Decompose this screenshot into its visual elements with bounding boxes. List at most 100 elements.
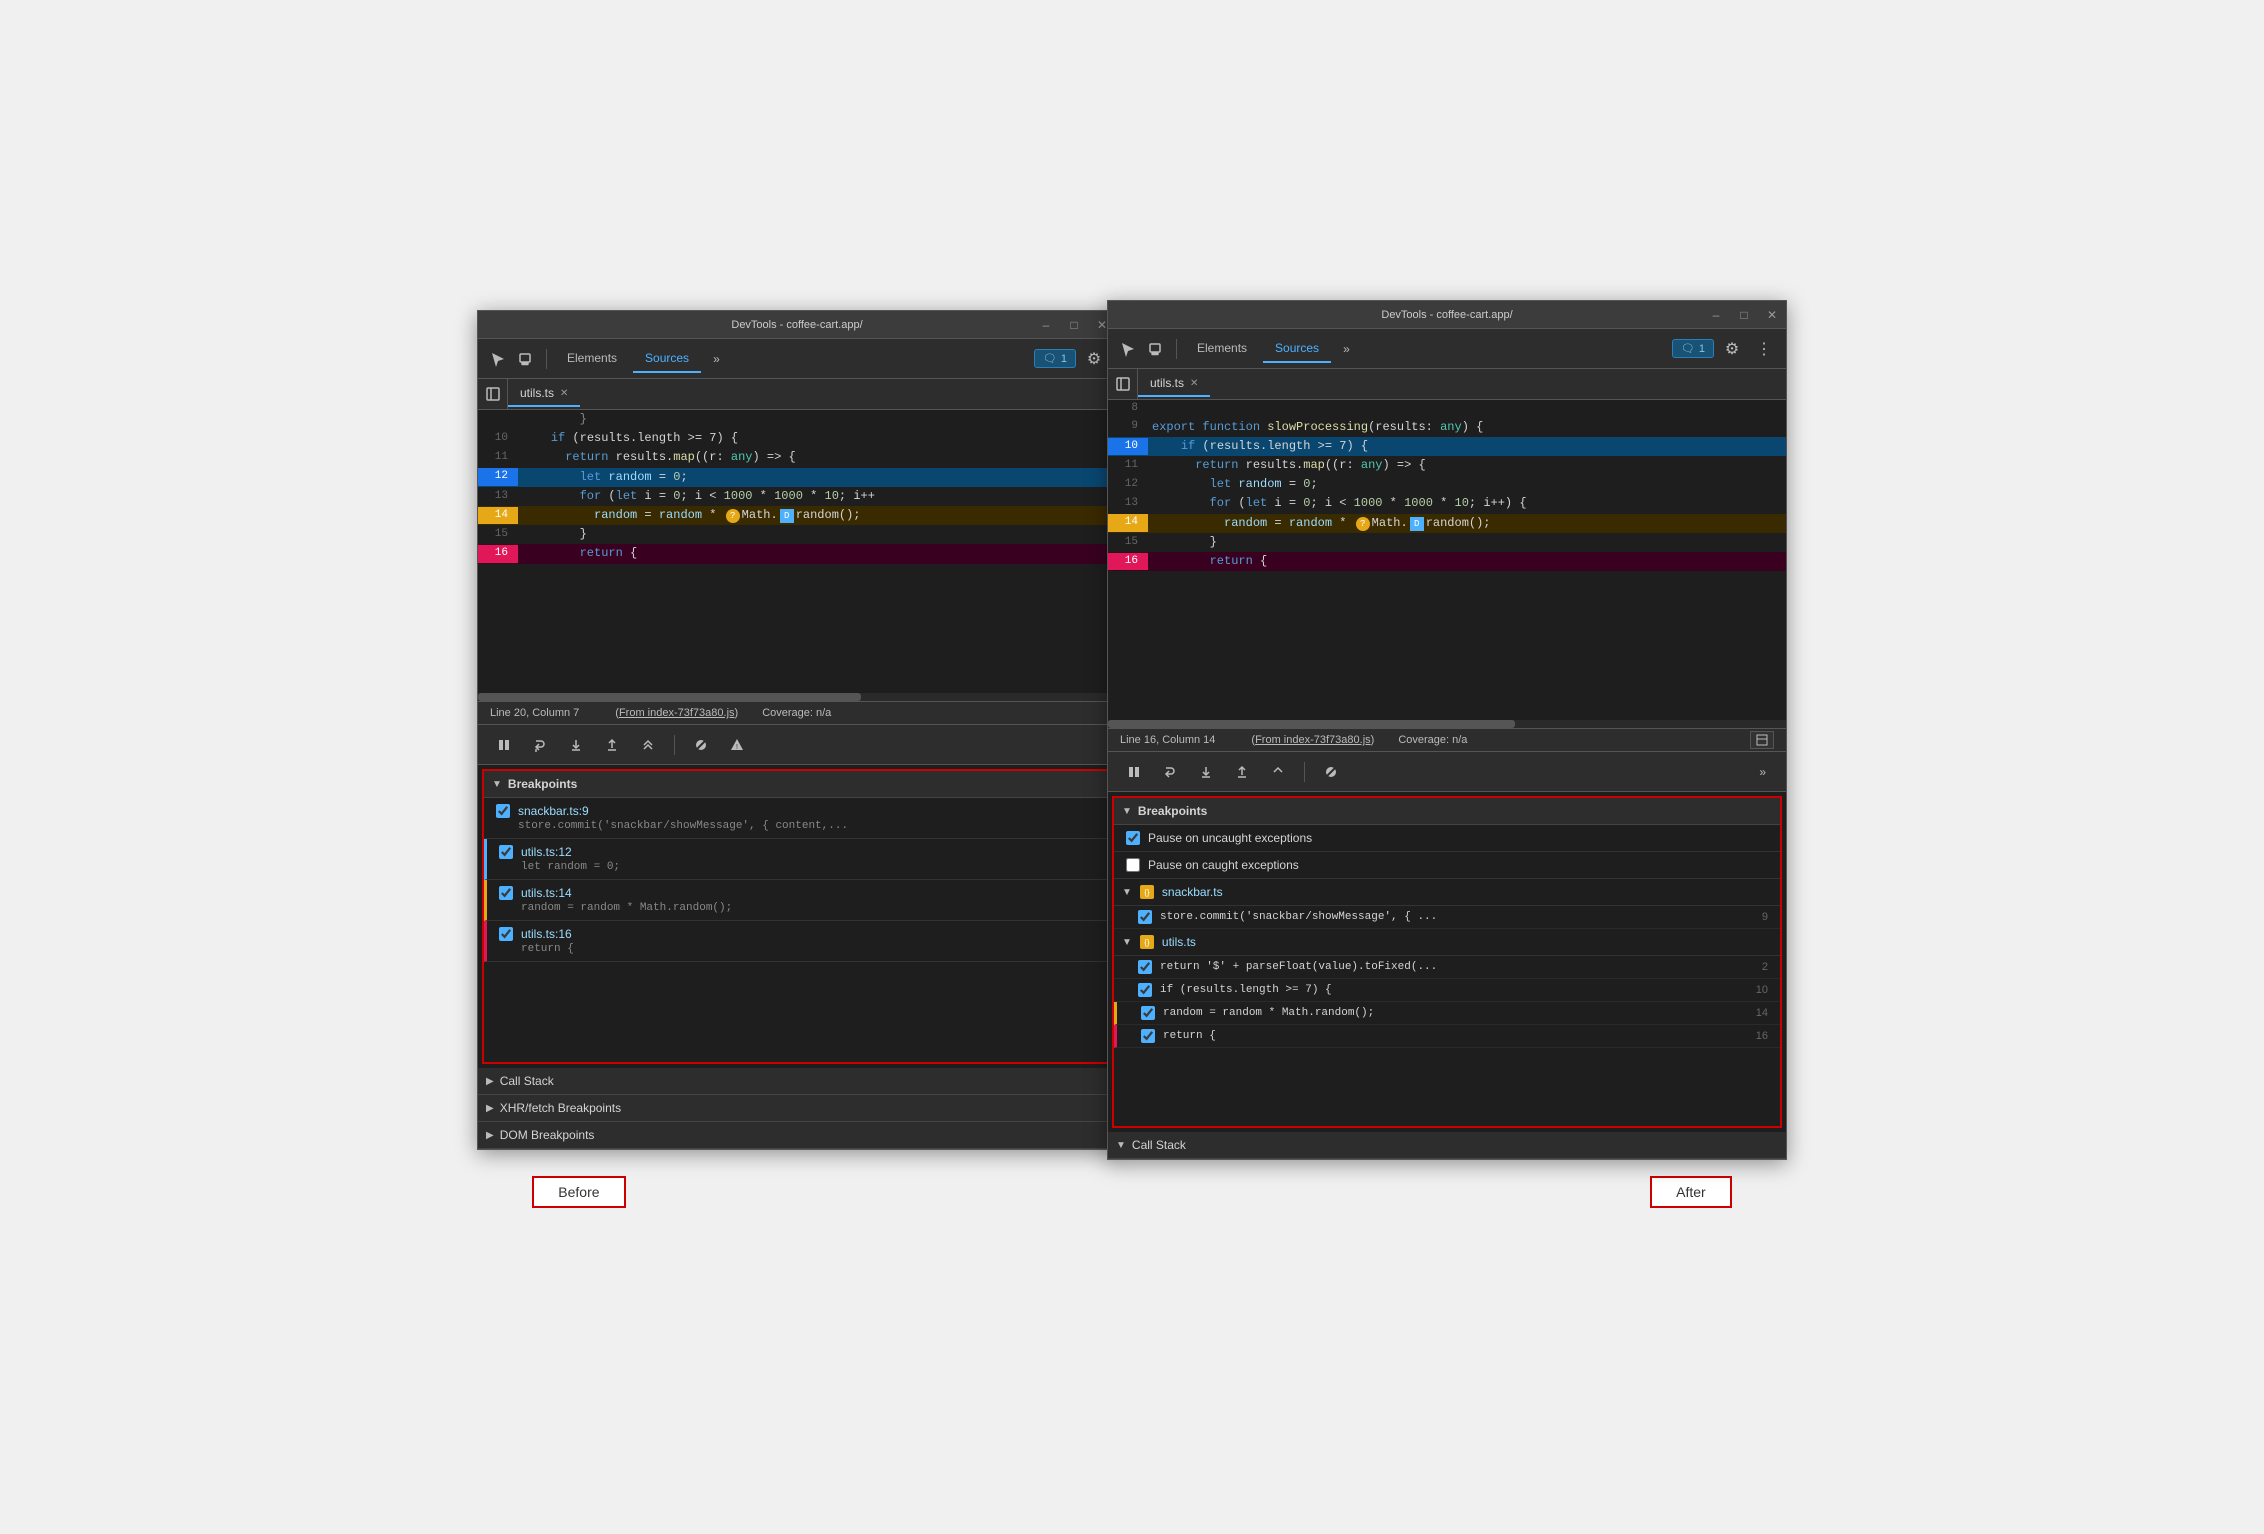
r-settings-icon[interactable]: ⚙	[1718, 335, 1746, 363]
snackbar-group-icon: {}	[1140, 885, 1154, 899]
utils-bp-checkbox-3[interactable]	[1141, 1006, 1155, 1020]
pause-caught-checkbox[interactable]	[1126, 858, 1140, 872]
utils-group-icon: {}	[1140, 935, 1154, 949]
dom-label: DOM Breakpoints	[500, 1128, 595, 1142]
r-console-icon: 🗨	[1681, 342, 1695, 355]
settings-icon[interactable]: ⚙	[1080, 345, 1108, 373]
file-tab-utils[interactable]: utils.ts ✕	[508, 381, 580, 407]
r-minimize-button[interactable]: –	[1702, 301, 1730, 329]
breakpoints-header[interactable]: ▼ Breakpoints	[484, 771, 1110, 798]
r-file-tab-close[interactable]: ✕	[1190, 378, 1198, 389]
r-cursor-icon[interactable]	[1116, 337, 1140, 361]
code-line: 13 for (let i = 0; i < 1000 * 1000 * 10;…	[478, 487, 1116, 506]
utils-bp-checkbox-1[interactable]	[1138, 960, 1152, 974]
device-icon[interactable]	[514, 347, 538, 371]
r-step-button[interactable]	[1264, 758, 1292, 786]
r-device-icon[interactable]	[1144, 337, 1168, 361]
bp-filename-2: utils.ts:12	[521, 845, 572, 859]
pause-button[interactable]	[490, 731, 518, 759]
r-source-link[interactable]: From index-73f73a80.js	[1255, 734, 1371, 746]
step-out-button[interactable]	[598, 731, 626, 759]
step-into-button[interactable]	[562, 731, 590, 759]
after-label: After	[1650, 1176, 1732, 1208]
sidebar-toggle[interactable]	[478, 379, 508, 409]
r-breakpoints-header[interactable]: ▼ Breakpoints	[1114, 798, 1780, 825]
r-cursor-position: Line 16, Column 14	[1120, 734, 1215, 746]
bp-checkbox-3[interactable]	[499, 886, 513, 900]
console-badge[interactable]: 🗨 1	[1034, 349, 1076, 368]
debug-separator	[674, 735, 675, 755]
utils-bp-checkbox-4[interactable]	[1141, 1029, 1155, 1043]
r-tab-sources[interactable]: Sources	[1263, 335, 1331, 363]
right-devtools-panel: DevTools - coffee-cart.app/ – □ ✕ Elemen…	[1107, 300, 1787, 1160]
more-tabs[interactable]: »	[705, 352, 728, 366]
snackbar-bp-code: store.commit('snackbar/showMessage', { .…	[1160, 911, 1740, 923]
r-horizontal-scrollbar[interactable]	[1108, 720, 1786, 728]
r-step-out-button[interactable]	[1228, 758, 1256, 786]
dom-header[interactable]: ▶ DOM Breakpoints	[478, 1122, 1116, 1149]
r-call-stack-header[interactable]: ▼ Call Stack	[1108, 1132, 1786, 1159]
r-step-over-button[interactable]	[1156, 758, 1184, 786]
r-console-badge[interactable]: 🗨 1	[1672, 339, 1714, 358]
right-title-bar: DevTools - coffee-cart.app/ – □ ✕	[1108, 301, 1786, 329]
code-line: }	[478, 410, 1116, 429]
source-link[interactable]: From index-73f73a80.js	[619, 707, 735, 719]
r-deactivate-btn[interactable]	[1317, 758, 1345, 786]
pause-uncaught-checkbox[interactable]	[1126, 831, 1140, 845]
minimize-button[interactable]: –	[1032, 311, 1060, 339]
xhr-header[interactable]: ▶ XHR/fetch Breakpoints	[478, 1095, 1116, 1122]
bp-checkbox-1[interactable]	[496, 804, 510, 818]
r-code-line-15: 15 }	[1108, 533, 1786, 552]
step-over-button[interactable]	[526, 731, 554, 759]
utils-bp-4: return { 16	[1114, 1025, 1780, 1048]
snackbar-group-header[interactable]: ▼ {} snackbar.ts	[1114, 879, 1780, 906]
r-file-tab-utils[interactable]: utils.ts ✕	[1138, 371, 1210, 397]
separator-1	[546, 349, 547, 369]
right-breakpoints-panel: ▼ Breakpoints Pause on uncaught exceptio…	[1112, 796, 1782, 1128]
r-more-icon[interactable]: ⋮	[1750, 335, 1778, 363]
r-close-button[interactable]: ✕	[1758, 301, 1786, 329]
r-step-into-button[interactable]	[1192, 758, 1220, 786]
pause-on-exception-button[interactable]: !	[723, 731, 751, 759]
bp-checkbox-4[interactable]	[499, 927, 513, 941]
tab-sources[interactable]: Sources	[633, 345, 701, 373]
r-sidebar-toggle[interactable]	[1108, 369, 1138, 399]
r-badge-count: 1	[1699, 343, 1705, 355]
r-maximize-button[interactable]: □	[1730, 301, 1758, 329]
deactivate-breakpoints-button[interactable]	[687, 731, 715, 759]
utils-bp-checkbox-2[interactable]	[1138, 983, 1152, 997]
snackbar-group-name: snackbar.ts	[1162, 885, 1223, 899]
bp-checkbox-2[interactable]	[499, 845, 513, 859]
layout-icon[interactable]	[1750, 731, 1774, 749]
file-tab-close[interactable]: ✕	[560, 388, 568, 399]
right-code-area: 8 9 export function slowProcessing(resul…	[1108, 400, 1786, 728]
breakpoint-item-4: utils.ts:16 return {	[484, 921, 1110, 962]
maximize-button[interactable]: □	[1060, 311, 1088, 339]
cursor-icon[interactable]	[486, 347, 510, 371]
r-code-line-16: 16 return {	[1108, 552, 1786, 571]
step-button[interactable]	[634, 731, 662, 759]
r-pause-button[interactable]	[1120, 758, 1148, 786]
r-more-options[interactable]: »	[1751, 765, 1774, 779]
bp-filename-4: utils.ts:16	[521, 927, 572, 941]
labels-container: Before After	[20, 1160, 2244, 1224]
r-file-tab-name: utils.ts	[1150, 376, 1184, 390]
left-code-area: } 10 if (results.length >= 7) { 11 retur…	[478, 410, 1116, 701]
tab-elements[interactable]: Elements	[555, 345, 629, 373]
left-toolbar: Elements Sources » 🗨 1 ⚙	[478, 339, 1116, 379]
snackbar-bp-line: 9	[1748, 911, 1768, 923]
bp-code-3: random = random * Math.random();	[499, 900, 1098, 914]
r-more-tabs[interactable]: »	[1335, 342, 1358, 356]
utils-bp-code-2: if (results.length >= 7) {	[1160, 984, 1740, 996]
horizontal-scrollbar[interactable]	[478, 693, 1116, 701]
r-code-line-8: 8	[1108, 400, 1786, 418]
snackbar-bp-checkbox[interactable]	[1138, 910, 1152, 924]
utils-bp-line-3: 14	[1748, 1007, 1768, 1019]
call-stack-header[interactable]: ▶ Call Stack	[478, 1068, 1116, 1095]
r-code-line-13: 13 for (let i = 0; i < 1000 * 1000 * 10;…	[1108, 494, 1786, 513]
code-line: 10 if (results.length >= 7) {	[478, 429, 1116, 448]
utils-group-header[interactable]: ▼ {} utils.ts	[1114, 929, 1780, 956]
bp-code-4: return {	[499, 941, 1098, 955]
r-tab-elements[interactable]: Elements	[1185, 335, 1259, 363]
left-title-text: DevTools - coffee-cart.app/	[731, 319, 862, 331]
